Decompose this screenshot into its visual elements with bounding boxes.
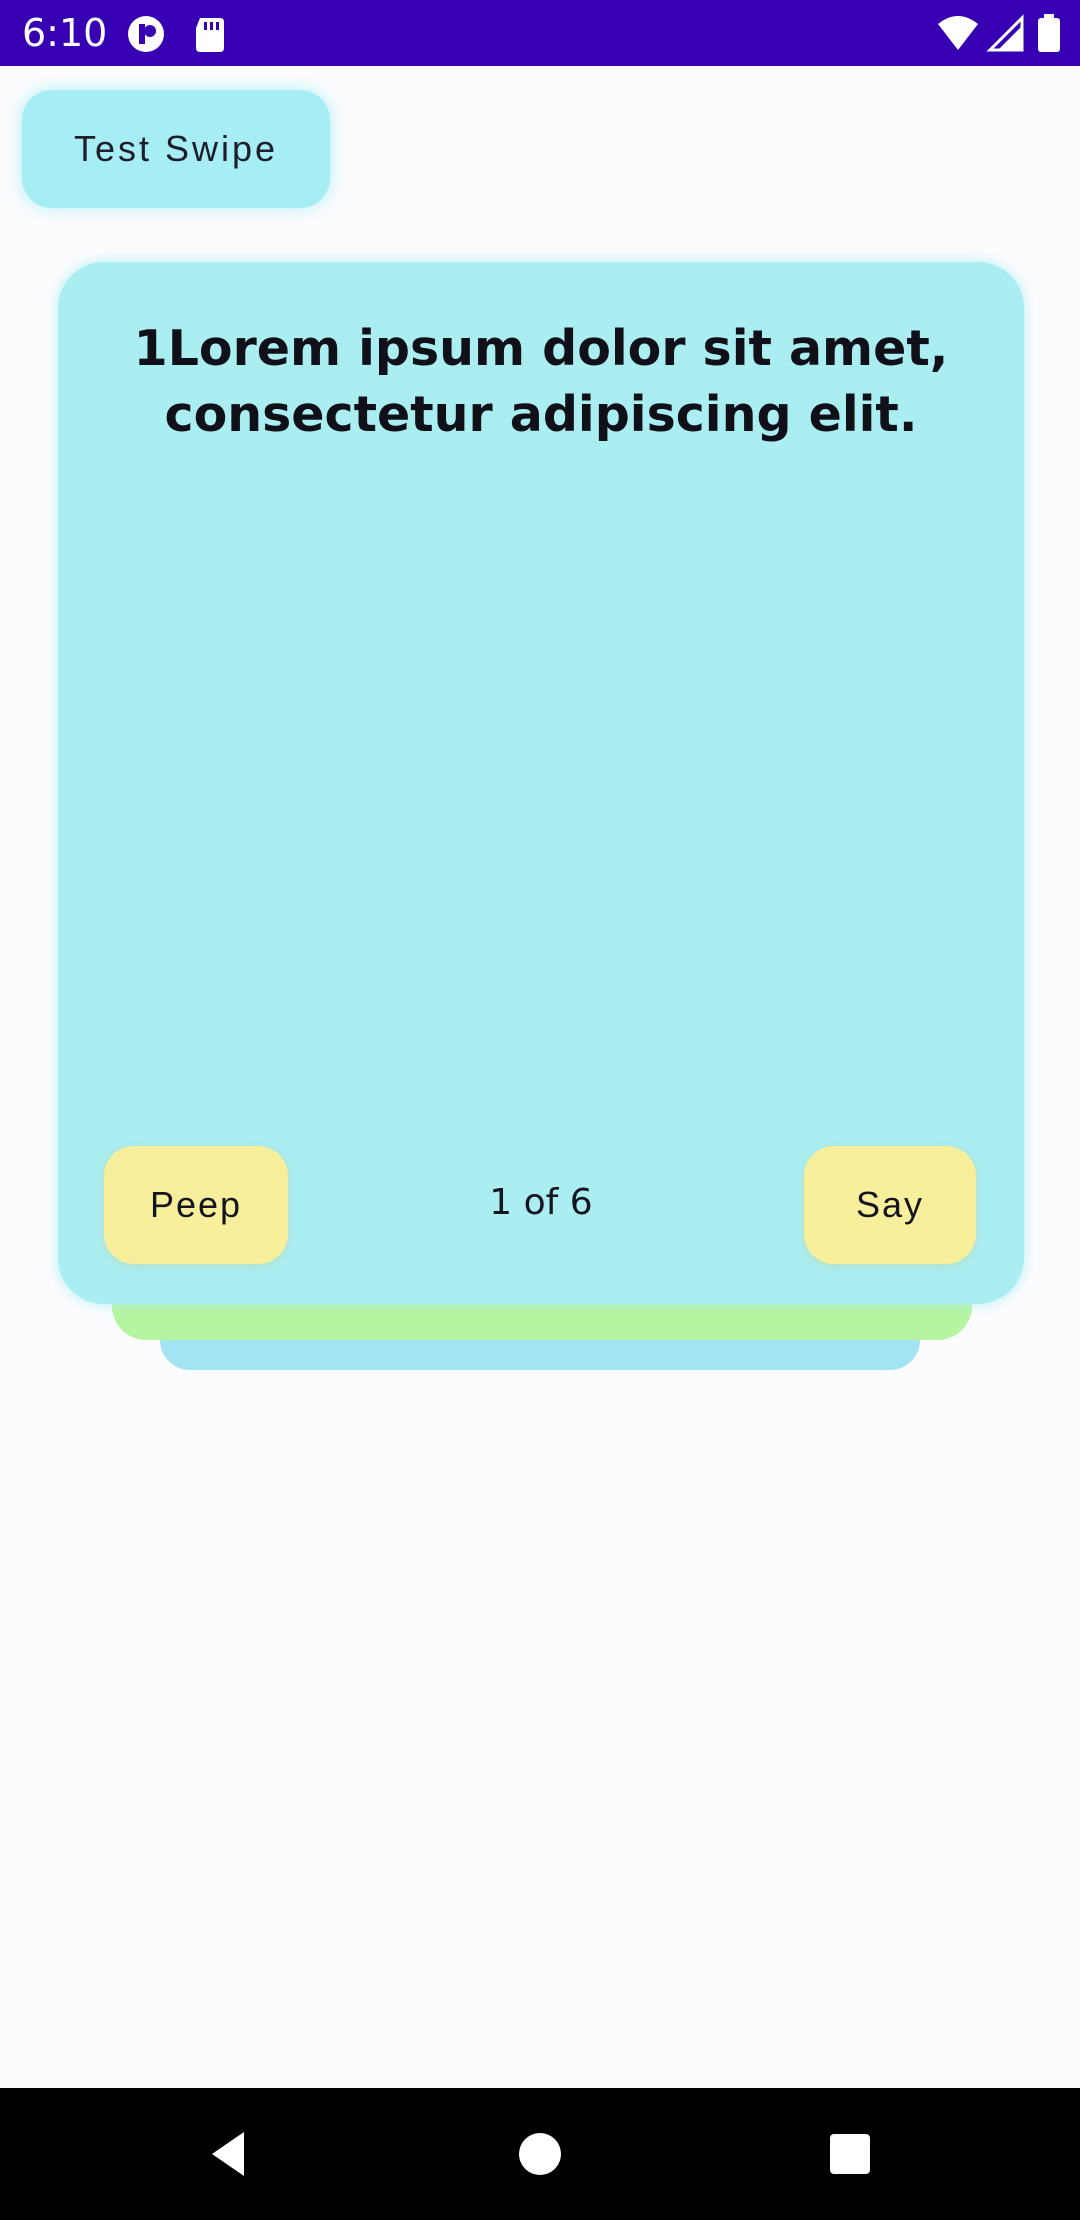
- signal-icon: [986, 14, 1026, 54]
- card-text: 1Lorem ipsum dolor sit amet, consectetur…: [133, 320, 949, 443]
- status-bar: 6:10: [0, 0, 1080, 66]
- card-counter: 1 of 6: [489, 1182, 593, 1223]
- navigation-bar: [0, 2088, 1080, 2220]
- back-icon[interactable]: [202, 2124, 262, 2184]
- swipe-card[interactable]: 1Lorem ipsum dolor sit amet, consectetur…: [58, 262, 1024, 1304]
- status-time: 6:10: [22, 11, 108, 55]
- peep-button[interactable]: Peep: [104, 1146, 288, 1264]
- notification-app-icon: [126, 14, 166, 54]
- wifi-icon: [936, 14, 980, 54]
- recents-icon[interactable]: [820, 2124, 880, 2184]
- say-button[interactable]: Say: [804, 1146, 976, 1264]
- battery-icon: [1036, 14, 1062, 54]
- test-swipe-button[interactable]: Test Swipe: [22, 90, 330, 208]
- home-icon[interactable]: [510, 2124, 570, 2184]
- sd-card-icon: [190, 14, 230, 54]
